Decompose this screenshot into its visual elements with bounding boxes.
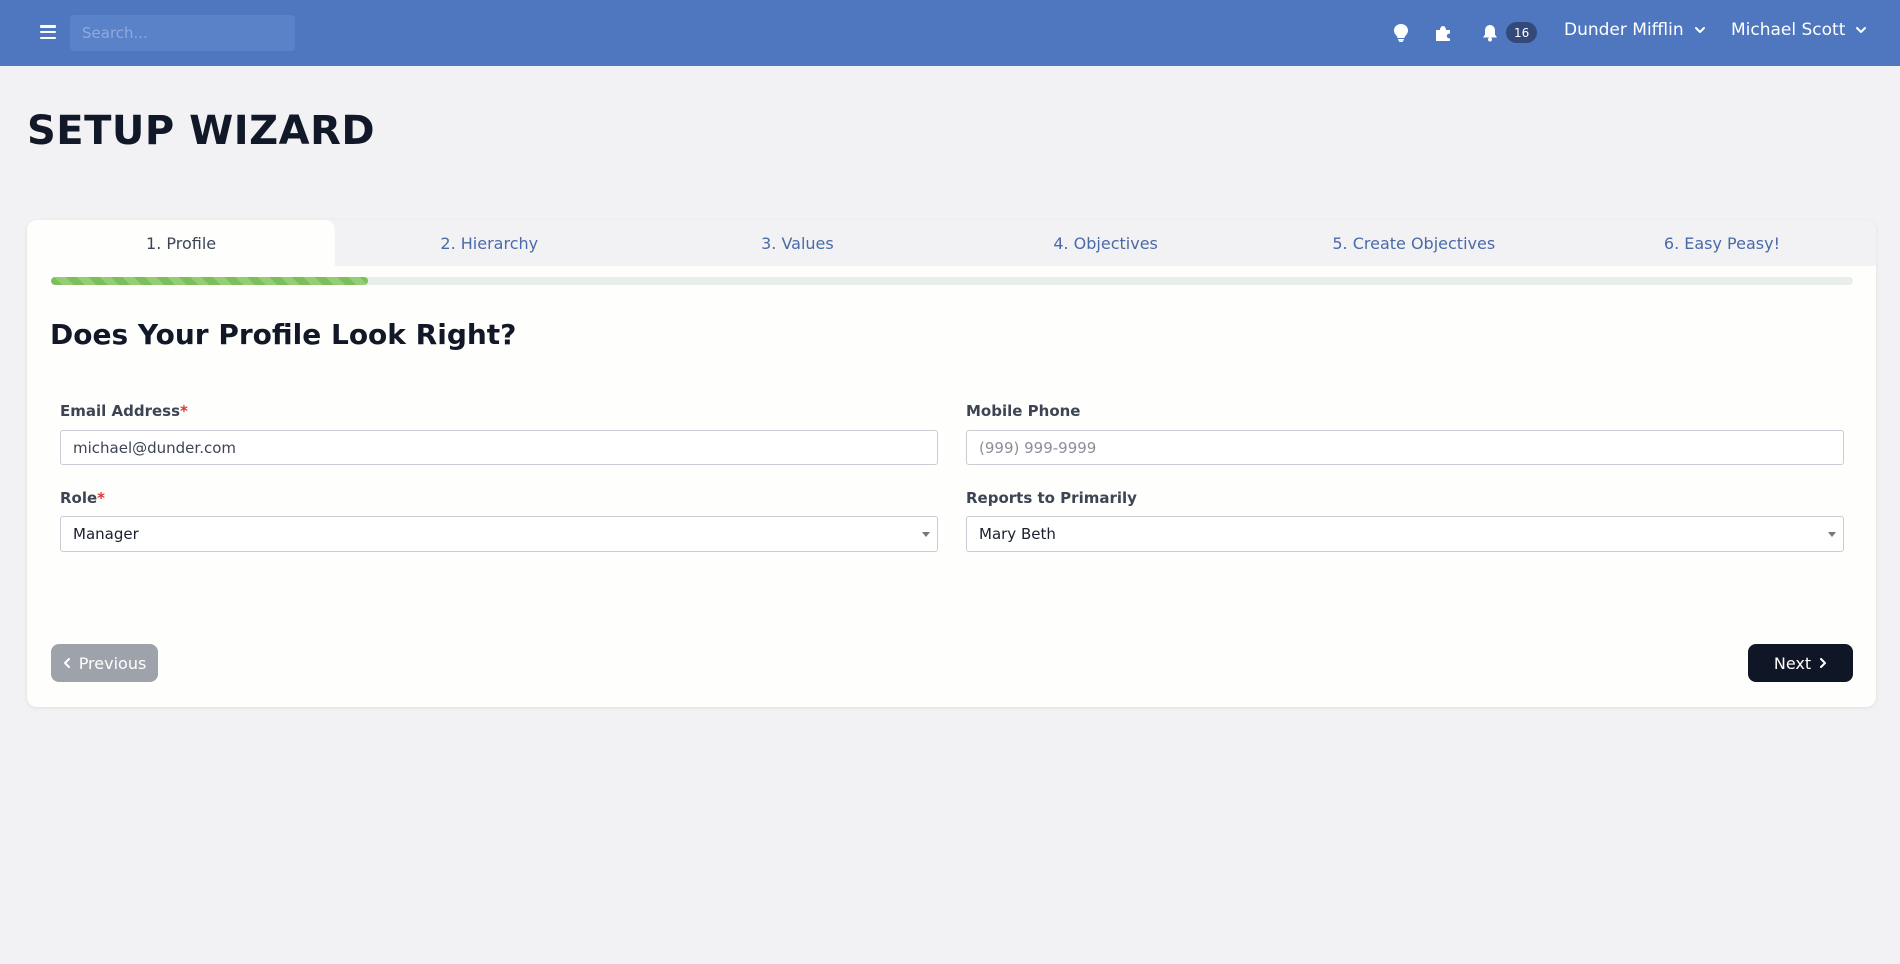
setup-wizard-card: 1. Profile 2. Hierarchy 3. Values 4. Obj…: [27, 220, 1876, 707]
reports-to-select[interactable]: Mary Beth: [966, 516, 1844, 552]
chevron-left-icon: [63, 658, 70, 668]
required-mark: *: [180, 402, 188, 420]
tab-values[interactable]: 3. Values: [643, 220, 951, 266]
bell-icon[interactable]: [1478, 21, 1502, 45]
page-title: SETUP WIZARD: [27, 108, 376, 154]
role-label: Role*: [60, 489, 106, 507]
mobile-phone-field[interactable]: [966, 430, 1844, 465]
next-button[interactable]: Next: [1748, 644, 1853, 682]
puzzle-icon[interactable]: [1431, 21, 1455, 45]
role-selected-value: Manager: [73, 525, 139, 543]
dropdown-caret-icon: [1828, 532, 1836, 537]
lightbulb-icon[interactable]: [1389, 21, 1413, 45]
previous-button[interactable]: Previous: [51, 644, 158, 682]
dropdown-caret-icon: [922, 532, 930, 537]
chevron-down-icon: [1856, 27, 1867, 33]
email-label: Email Address*: [60, 402, 188, 420]
wizard-progress-bar: [51, 277, 1853, 285]
tab-hierarchy[interactable]: 2. Hierarchy: [335, 220, 643, 266]
user-menu[interactable]: Michael Scott: [1731, 20, 1867, 40]
section-title: Does Your Profile Look Right?: [50, 318, 517, 351]
email-field[interactable]: [60, 430, 938, 465]
mobile-phone-label: Mobile Phone: [966, 402, 1081, 420]
role-select[interactable]: Manager: [60, 516, 938, 552]
chevron-down-icon: [1694, 27, 1705, 33]
user-name: Michael Scott: [1731, 20, 1846, 40]
menu-icon[interactable]: [40, 24, 56, 40]
top-navbar: 16 Dunder Mifflin Michael Scott: [0, 0, 1900, 66]
tab-profile[interactable]: 1. Profile: [27, 220, 336, 266]
reports-to-label: Reports to Primarily: [966, 489, 1137, 507]
reports-to-selected-value: Mary Beth: [979, 525, 1056, 543]
wizard-tabs: 1. Profile 2. Hierarchy 3. Values 4. Obj…: [27, 220, 1876, 266]
required-mark: *: [97, 489, 106, 507]
wizard-progress-fill: [51, 277, 369, 285]
organization-name: Dunder Mifflin: [1564, 20, 1684, 40]
search-input[interactable]: [70, 15, 295, 51]
tab-easy-peasy[interactable]: 6. Easy Peasy!: [1568, 220, 1876, 266]
tab-create-objectives[interactable]: 5. Create Objectives: [1260, 220, 1568, 266]
chevron-right-icon: [1820, 658, 1827, 668]
notifications-count-badge[interactable]: 16: [1506, 22, 1538, 43]
tab-objectives[interactable]: 4. Objectives: [952, 220, 1260, 266]
organization-menu[interactable]: Dunder Mifflin: [1564, 20, 1706, 40]
